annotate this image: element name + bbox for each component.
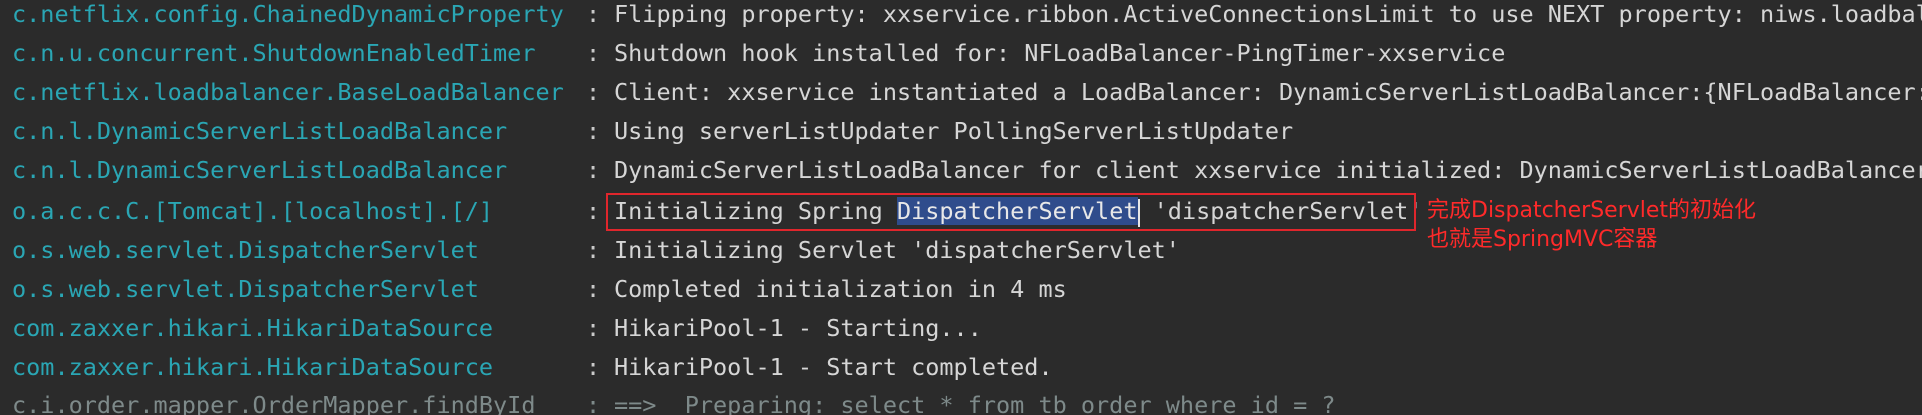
log-logger: o.s.web.servlet.DispatcherServlet [12, 275, 479, 303]
log-message: Client: xxservice instantiated a LoadBal… [614, 78, 1922, 106]
annotation-line: 也就是SpringMVC容器 [1427, 227, 1658, 252]
log-message: HikariPool-1 - Start completed. [614, 353, 1053, 381]
log-line: o.s.web.servlet.DispatcherServlet : Comp… [0, 270, 1922, 309]
log-separator: : [586, 156, 601, 184]
log-logger: o.s.web.servlet.DispatcherServlet [12, 236, 479, 264]
log-line: c.n.l.DynamicServerListLoadBalancer : Us… [0, 112, 1922, 151]
log-line: c.netflix.loadbalancer.BaseLoadBalancer … [0, 73, 1922, 112]
log-separator: : [586, 236, 601, 264]
log-message: Shutdown hook installed for: NFLoadBalan… [614, 39, 1506, 67]
annotation-note: 完成DispatcherServlet的初始化 也就是SpringMVC容器 [1427, 196, 1756, 254]
log-separator: : [586, 275, 601, 303]
log-logger: c.netflix.loadbalancer.BaseLoadBalancer [12, 78, 564, 106]
log-logger: com.zaxxer.hikari.HikariDataSource [12, 353, 494, 381]
log-line: c.n.l.DynamicServerListLoadBalancer : Dy… [0, 151, 1922, 190]
console-output[interactable]: c.netflix.config.ChainedDynamicProperty … [0, 0, 1922, 415]
log-message: Completed initialization in 4 ms [614, 275, 1067, 303]
log-separator: : [586, 391, 601, 415]
log-message: Flipping property: xxservice.ribbon.Acti… [614, 0, 1922, 28]
log-message: HikariPool-1 - Starting... [614, 314, 982, 342]
log-separator: : [586, 314, 601, 342]
log-logger: c.n.l.DynamicServerListLoadBalancer [12, 156, 508, 184]
log-separator: : [586, 353, 601, 381]
log-logger: c.n.l.DynamicServerListLoadBalancer [12, 117, 508, 145]
log-logger: o.a.c.c.C.[Tomcat].[localhost].[/] [12, 197, 494, 225]
log-logger: com.zaxxer.hikari.HikariDataSource [12, 314, 494, 342]
log-separator: : [586, 39, 601, 67]
log-message: ==> Preparing: select * from tb_order wh… [614, 391, 1336, 415]
log-message: DynamicServerListLoadBalancer for client… [614, 156, 1922, 184]
annotation-line: 完成DispatcherServlet的初始化 [1427, 198, 1757, 223]
log-line: c.n.u.concurrent.ShutdownEnabledTimer : … [0, 34, 1922, 73]
log-line: com.zaxxer.hikari.HikariDataSource : Hik… [0, 348, 1922, 387]
log-line: c.netflix.config.ChainedDynamicProperty … [0, 0, 1922, 34]
red-highlight-box [606, 193, 1416, 231]
log-message: Initializing Servlet 'dispatcherServlet' [614, 236, 1180, 264]
log-logger: c.i.order.mapper.OrderMapper.findById [12, 391, 536, 415]
log-separator: : [586, 197, 601, 225]
log-message: Using serverListUpdater PollingServerLis… [614, 117, 1294, 145]
log-logger: c.netflix.config.ChainedDynamicProperty [12, 0, 564, 28]
log-line: c.i.order.mapper.OrderMapper.findById : … [0, 386, 1922, 415]
log-separator: : [586, 78, 601, 106]
log-line: com.zaxxer.hikari.HikariDataSource : Hik… [0, 309, 1922, 348]
log-logger: c.n.u.concurrent.ShutdownEnabledTimer [12, 39, 536, 67]
log-separator: : [586, 117, 601, 145]
log-separator: : [586, 0, 601, 28]
